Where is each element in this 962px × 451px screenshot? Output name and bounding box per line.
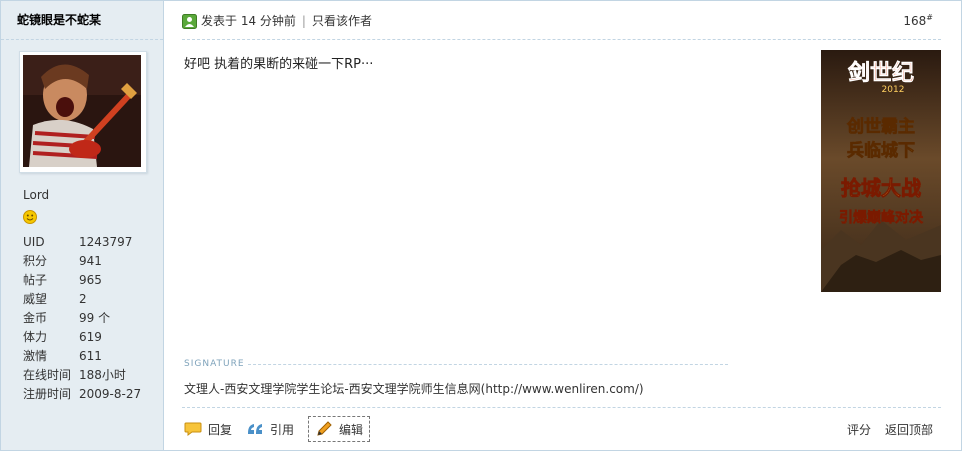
stat-value: 619 [79,330,102,344]
stat-label: 威望 [23,292,48,306]
back-to-top-link[interactable]: 返回顶部 [885,421,933,438]
stat-label: 在线时间 [23,368,72,382]
stat-value[interactable]: 1243797 [79,233,132,252]
stat-row: 体力 619 [23,328,163,347]
quote-button[interactable]: 引用 [246,417,294,441]
divider [182,407,941,408]
stat-label: UID [23,235,45,249]
ad-line-2: 兵临城下 [847,140,915,161]
ad-title: 剑世纪 [847,60,914,86]
edit-button[interactable]: 编辑 [308,416,371,442]
rate-link[interactable]: 评分 [847,421,871,438]
stat-label: 金币 [23,311,48,325]
quote-icon [248,424,263,434]
avatar[interactable] [19,51,147,173]
post-actions: 回复 引用 编辑 [184,416,384,442]
author-name[interactable]: 蛇镜眼是不蛇某 [1,1,163,40]
ad-line-3: 抢城大战 [841,176,921,200]
stat-value: 2009-8-27 [79,387,142,401]
smiley-medal-icon [23,210,37,224]
floor-value: 168 [903,14,927,28]
signature-text[interactable]: 文理人-西安文理学院学生论坛-西安文理学院师生信息网(http://www.we… [184,380,644,397]
floor-number[interactable]: 168# [903,13,933,28]
reply-button[interactable]: 回复 [184,417,232,441]
post-meta: 发表于 14 分钟前 | 只看该作者 [182,11,372,31]
post-main: 发表于 14 分钟前 | 只看该作者 168# 好吧 执着的果断的来碰一下RP·… [164,1,961,450]
stat-value: 611 [79,349,102,363]
floor-sup: # [926,13,933,22]
stat-row: 威望 2 [23,290,163,309]
stat-value: 99 个 [79,311,111,325]
reply-label: 回复 [208,422,233,437]
post-right-actions: 评分 返回顶部 [833,421,933,438]
online-user-icon [182,13,197,29]
stat-row: UID 1243797 [23,233,163,252]
stat-label: 激情 [23,349,48,363]
pencil-icon [317,421,332,436]
only-author-link[interactable]: 只看该作者 [312,11,372,31]
reply-icon [184,422,202,436]
divider [182,39,941,40]
stat-row: 激情 611 [23,347,163,366]
stat-label: 帖子 [23,273,48,287]
stat-row: 帖子 965 [23,271,163,290]
quote-label: 引用 [270,422,295,437]
user-stats: UID 1243797 积分 941 帖子 965 威望 2 金币 99 个 体力 619 … [23,233,163,404]
stat-row: 积分 941 [23,252,163,271]
stat-row: 注册时间 2009-8-27 [23,385,163,404]
stat-value: 2 [79,292,87,306]
stat-label: 体力 [23,330,48,344]
game-ad-banner[interactable]: 剑世纪 2012 创世霸主 兵临城下 抢城大战 引爆巅峰对决 [821,50,941,292]
ad-year: 2012 [882,85,905,95]
stat-label: 注册时间 [23,387,72,401]
edit-label: 编辑 [339,422,364,437]
stat-row: 在线时间 188小时 [23,366,163,385]
signature-label: SIGNATURE [184,359,245,369]
forum-post: 蛇镜眼是不蛇某 Lord UID 1243797 积分 941 帖子 965 威… [0,0,962,451]
stat-value[interactable]: 965 [79,271,102,290]
user-rank: Lord [23,188,50,202]
stat-value[interactable]: 941 [79,252,102,271]
stat-label: 积分 [23,254,48,268]
post-content: 好吧 执着的果断的来碰一下RP··· [184,57,374,72]
stat-value: 188小时 [79,368,126,382]
post-time: 发表于 14 分钟前 [201,14,296,28]
avatar-image [23,55,141,167]
meta-separator: | [301,14,306,28]
stat-row: 金币 99 个 [23,309,163,328]
ad-line-4: 引爆巅峰对决 [839,209,924,226]
author-sidebar: 蛇镜眼是不蛇某 Lord UID 1243797 积分 941 帖子 965 威… [1,1,164,450]
signature-divider [248,364,728,365]
ad-line-1: 创世霸主 [846,116,915,137]
